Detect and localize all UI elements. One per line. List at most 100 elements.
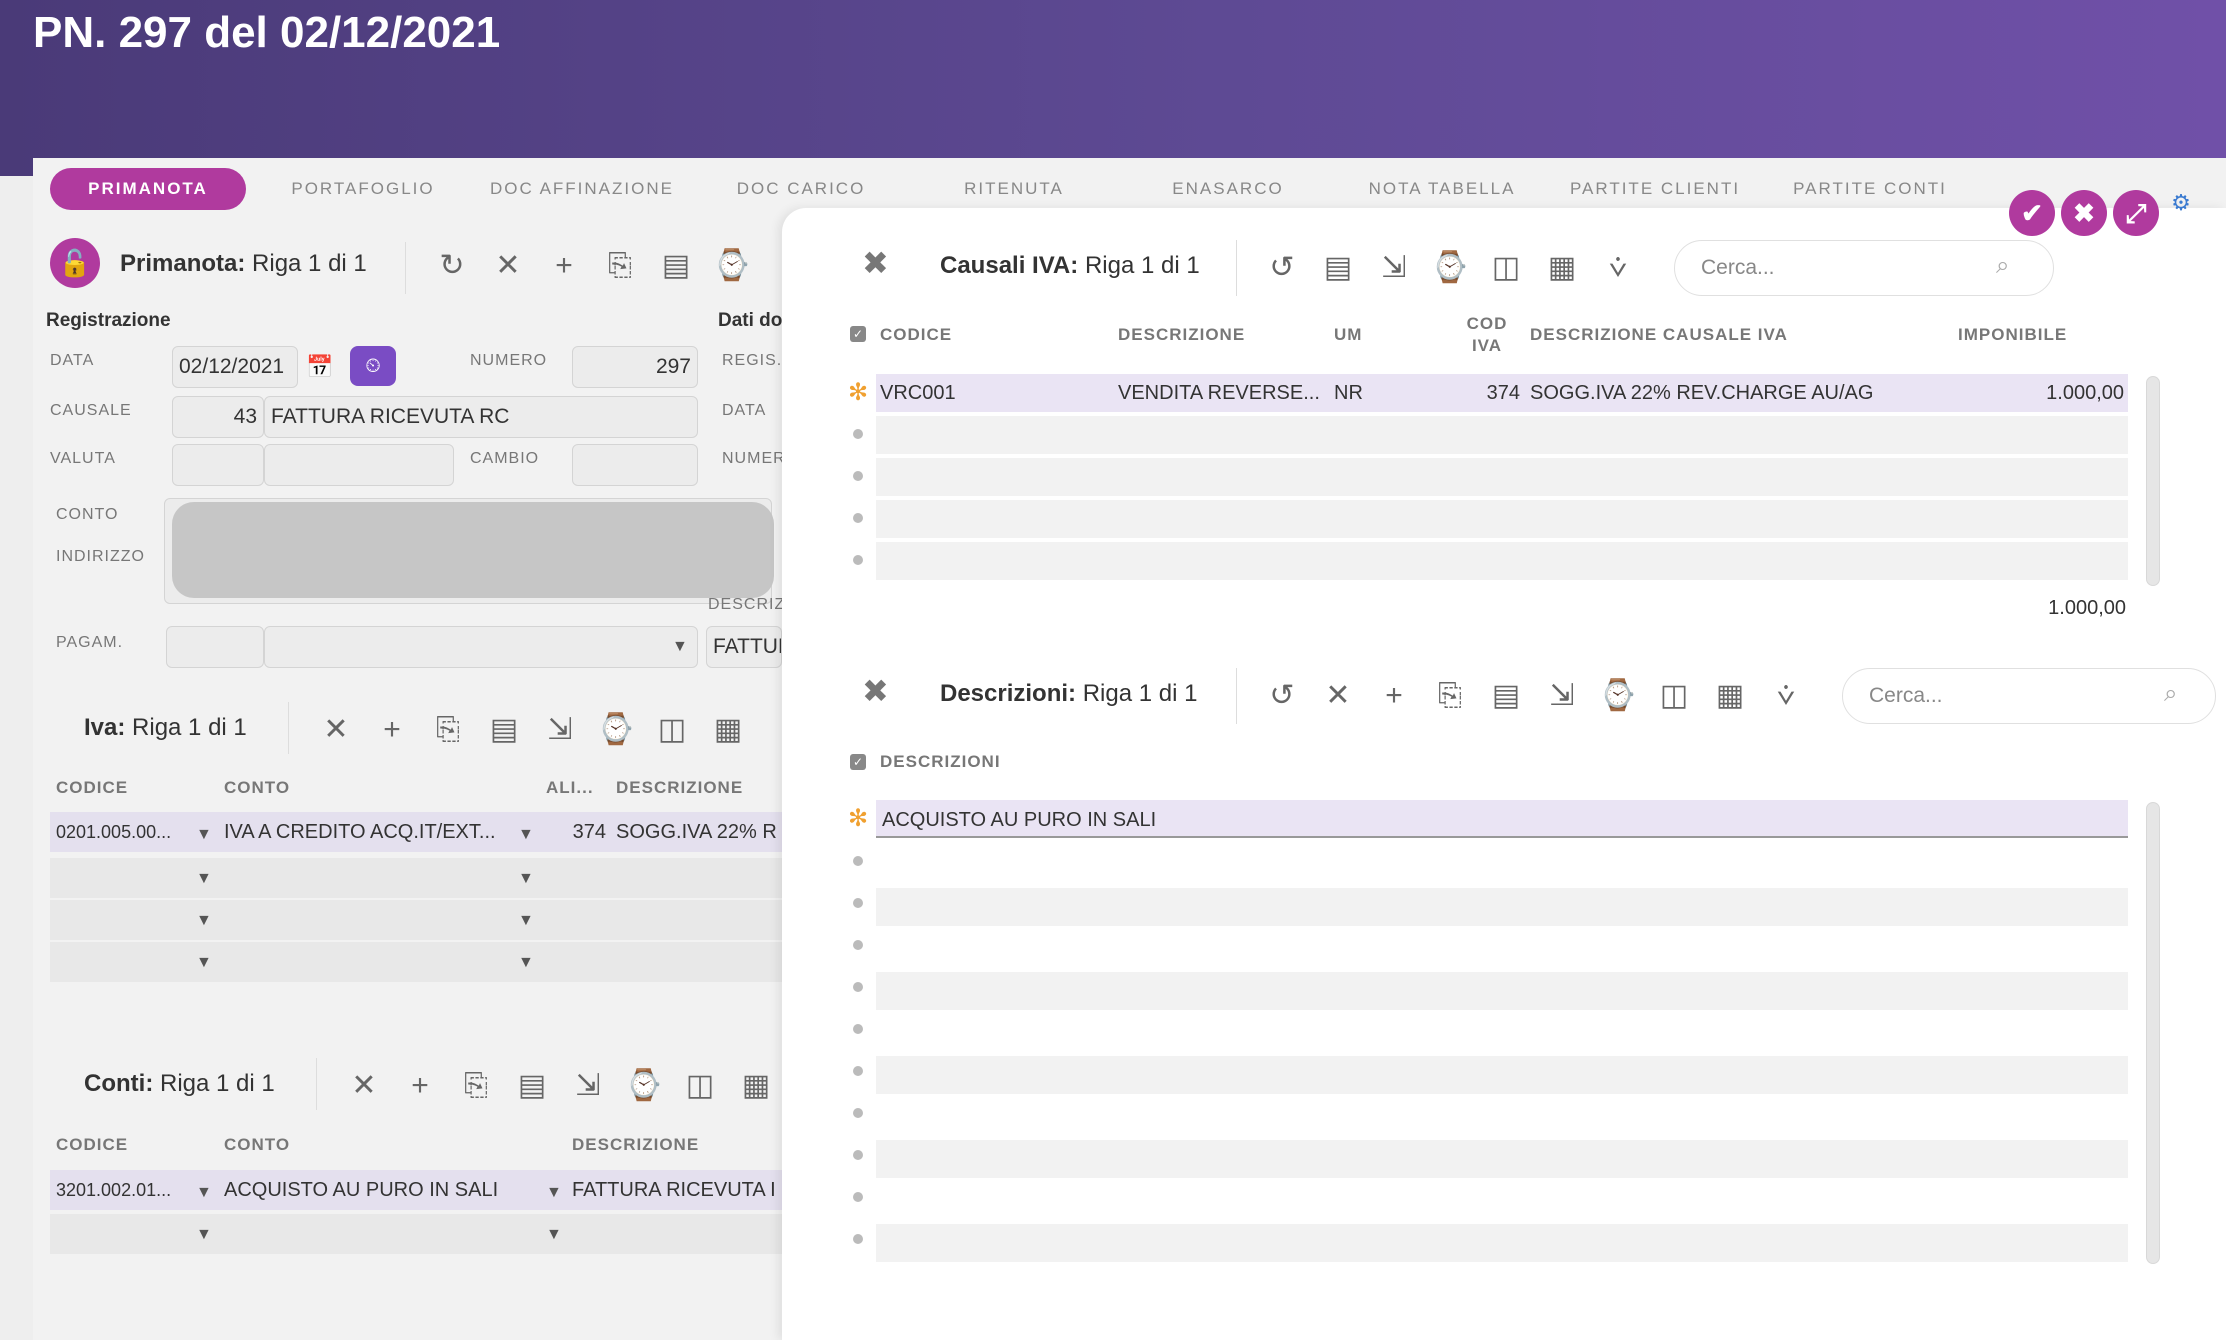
valuta-desc-field[interactable] [264, 444, 454, 486]
cambio-field[interactable] [572, 444, 698, 486]
select-all-checkbox[interactable]: ✓ [850, 326, 866, 342]
tab-portafoglio[interactable]: PORTAFOGLIO [270, 168, 456, 210]
chevron-down-icon[interactable]: ▼ [196, 954, 212, 972]
tab-partite-clienti[interactable]: PARTITE CLIENTI [1560, 168, 1750, 210]
tab-doc-carico[interactable]: DOC CARICO [716, 168, 886, 210]
data-field[interactable]: 02/12/2021 [172, 346, 298, 388]
table-row[interactable] [876, 888, 2128, 926]
undo-icon[interactable]: ↺ [1262, 676, 1302, 716]
table-row[interactable] [876, 846, 2128, 884]
export-icon[interactable]: ⇲ [540, 710, 580, 750]
confirm-button[interactable]: ✔ [2009, 190, 2055, 236]
collapse-icon[interactable]: ✖︎ [862, 672, 889, 710]
table-row[interactable] [876, 1224, 2128, 1262]
bug-icon[interactable]: ⚙ [2168, 190, 2194, 216]
save-icon[interactable]: ▤ [512, 1066, 552, 1106]
pagam-code-field[interactable] [166, 626, 264, 668]
causale-code-field[interactable]: 43 [172, 396, 264, 438]
save-icon[interactable]: ▤ [1486, 676, 1526, 716]
pagam-desc-field[interactable] [264, 626, 698, 668]
table-row[interactable] [876, 458, 2128, 496]
add-icon[interactable]: + [1374, 676, 1414, 716]
delete-icon[interactable]: ✕ [344, 1066, 384, 1106]
table-row[interactable] [876, 1014, 2128, 1052]
tab-doc-affinazione[interactable]: DOC AFFINAZIONE [482, 168, 682, 210]
descrizioni-search-input[interactable]: Cerca... [1842, 668, 2216, 724]
table-row[interactable] [876, 972, 2128, 1010]
filter-icon[interactable]: ⩒ [1766, 676, 1806, 716]
clipboard-icon[interactable]: ⎘ [428, 710, 468, 750]
table-row[interactable] [876, 500, 2128, 538]
delete-icon[interactable]: ✕ [316, 710, 356, 750]
save-icon[interactable]: ▤ [1318, 248, 1358, 288]
select-all-checkbox[interactable]: ✓ [850, 754, 866, 770]
export-icon[interactable]: ⇲ [1374, 248, 1414, 288]
layout-icon[interactable]: ▦ [736, 1066, 776, 1106]
chevron-down-icon[interactable]: ▼ [672, 638, 688, 656]
save-icon[interactable]: ▤ [484, 710, 524, 750]
table-row[interactable] [876, 1056, 2128, 1094]
table-row[interactable] [876, 1098, 2128, 1136]
tab-ritenuta[interactable]: RITENUTA [924, 168, 1104, 210]
chevron-down-icon[interactable]: ▼ [518, 954, 534, 972]
layout-icon[interactable]: ▦ [708, 710, 748, 750]
book-icon[interactable]: ◫ [680, 1066, 720, 1106]
chevron-down-icon[interactable]: ▼ [196, 870, 212, 888]
add-icon[interactable]: + [400, 1066, 440, 1106]
watch-icon[interactable]: ⌚ [1430, 248, 1470, 288]
collapse-icon[interactable]: ✖︎ [862, 244, 889, 282]
descr-field[interactable]: FATTUR [706, 626, 782, 668]
chevron-down-icon[interactable]: ▼ [196, 1226, 212, 1244]
tab-primanota[interactable]: PRIMANOTA [50, 168, 246, 210]
chevron-down-icon[interactable]: ▼ [196, 1184, 212, 1202]
delete-icon[interactable]: ✕ [488, 246, 528, 286]
layout-icon[interactable]: ▦ [1542, 248, 1582, 288]
watch-icon[interactable]: ⌚ [1598, 676, 1638, 716]
book-icon[interactable]: ◫ [1654, 676, 1694, 716]
table-row[interactable] [50, 1214, 782, 1254]
calendar-icon[interactable]: 📅 [306, 354, 333, 380]
chevron-down-icon[interactable]: ▼ [196, 826, 212, 844]
clipboard-icon[interactable]: ⎘ [600, 246, 640, 286]
save-icon[interactable]: ▤ [656, 246, 696, 286]
causale-desc-field[interactable]: FATTURA RICEVUTA RC [264, 396, 698, 438]
filter-icon[interactable]: ⩒ [1598, 248, 1638, 288]
scrollbar[interactable] [2146, 376, 2160, 586]
add-icon[interactable]: + [372, 710, 412, 750]
table-row[interactable] [50, 942, 782, 982]
table-row[interactable] [50, 900, 782, 940]
table-row[interactable] [876, 416, 2128, 454]
clipboard-icon[interactable]: ⎘ [1430, 676, 1470, 716]
book-icon[interactable]: ◫ [1486, 248, 1526, 288]
table-row[interactable] [876, 1182, 2128, 1220]
unlock-icon[interactable]: 🔓 [50, 238, 100, 288]
numero-field[interactable]: 297 [572, 346, 698, 388]
watch-icon[interactable]: ⌚ [596, 710, 636, 750]
watch-icon[interactable]: ⌚ [624, 1066, 664, 1106]
export-icon[interactable]: ⇲ [1542, 676, 1582, 716]
undo-icon[interactable]: ↺ [1262, 248, 1302, 288]
close-button[interactable]: ✖ [2061, 190, 2107, 236]
clipboard-icon[interactable]: ⎘ [456, 1066, 496, 1106]
chevron-down-icon[interactable]: ▼ [546, 1184, 562, 1202]
delete-icon[interactable]: ✕ [1318, 676, 1358, 716]
clock-icon[interactable]: ⏲ [350, 346, 396, 386]
tab-nota-tabella[interactable]: NOTA TABELLA [1352, 168, 1532, 210]
scrollbar[interactable] [2146, 802, 2160, 1264]
chevron-down-icon[interactable]: ▼ [546, 1226, 562, 1244]
table-row[interactable] [50, 858, 782, 898]
refresh-icon[interactable]: ↻ [432, 246, 472, 286]
tab-enasarco[interactable]: ENASARCO [1138, 168, 1318, 210]
tab-partite-conti[interactable]: PARTITE CONTI [1780, 168, 1960, 210]
chevron-down-icon[interactable]: ▼ [518, 870, 534, 888]
valuta-code-field[interactable] [172, 444, 264, 486]
chevron-down-icon[interactable]: ▼ [196, 912, 212, 930]
table-row[interactable] [876, 542, 2128, 580]
chevron-down-icon[interactable]: ▼ [518, 912, 534, 930]
expand-button[interactable]: ⤢ [2113, 190, 2159, 236]
export-icon[interactable]: ⇲ [568, 1066, 608, 1106]
table-row[interactable] [876, 930, 2128, 968]
watch-icon[interactable]: ⌚ [712, 246, 752, 286]
chevron-down-icon[interactable]: ▼ [518, 826, 534, 844]
book-icon[interactable]: ◫ [652, 710, 692, 750]
